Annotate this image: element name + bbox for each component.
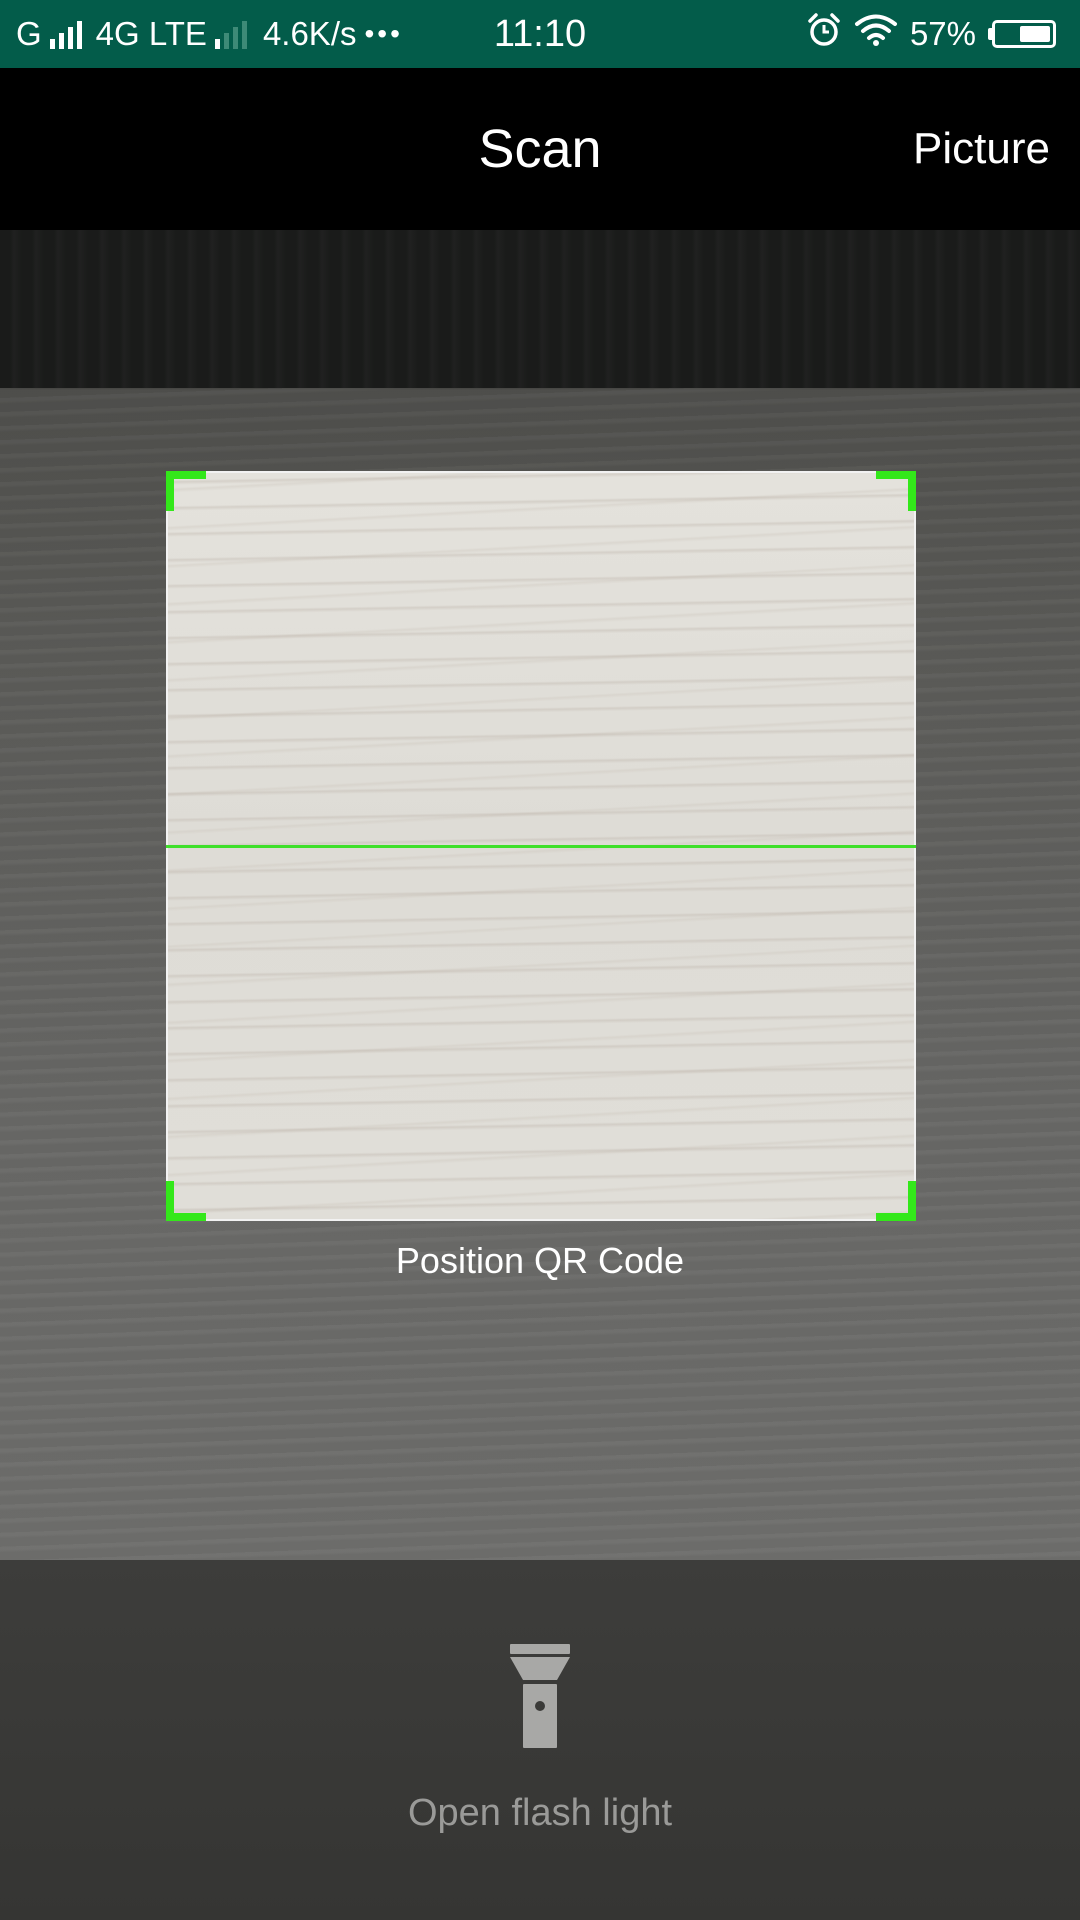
- scan-frame: [166, 471, 916, 1221]
- wifi-icon: [854, 13, 898, 55]
- app-bar: Scan Picture: [0, 68, 1080, 230]
- scan-hint: Position QR Code: [395, 1240, 685, 1281]
- status-left: G 4G LTE 4.6K/s •••: [16, 0, 403, 68]
- carrier-label: G: [16, 15, 42, 52]
- more-notifications-icon: •••: [364, 18, 403, 49]
- battery-percent: 57%: [909, 15, 976, 52]
- alarm-icon: [806, 12, 842, 56]
- frame-corner-bottom-left: [166, 1181, 206, 1221]
- camera-background-edge: [0, 230, 1080, 388]
- scan-line: [166, 845, 916, 848]
- flashlight-label: Open flash light: [407, 1792, 673, 1834]
- scan-screen: G 4G LTE 4.6K/s ••• 11:10 57% Scan Pictu…: [0, 0, 1080, 1920]
- frame-corner-top-left: [166, 471, 206, 511]
- frame-corner-bottom-right: [876, 1181, 916, 1221]
- flashlight-icon: [507, 1644, 573, 1748]
- battery-icon: [988, 20, 1056, 48]
- bottom-panel: Open flash light: [0, 1560, 1080, 1920]
- status-bar: G 4G LTE 4.6K/s ••• 11:10 57%: [0, 0, 1080, 68]
- battery-fill: [1020, 26, 1050, 42]
- signal-icon: [214, 19, 247, 49]
- status-right: 57%: [806, 0, 1056, 68]
- camera-preview: Position QR Code: [0, 230, 1080, 1560]
- network-speed: 4.6K/s: [262, 15, 357, 52]
- flashlight-button[interactable]: Open flash light: [0, 1560, 1080, 1920]
- signal-icon: [49, 19, 82, 49]
- status-time: 11:10: [493, 12, 587, 55]
- picture-button[interactable]: Picture: [913, 68, 1050, 230]
- network-label: 4G LTE: [95, 15, 207, 52]
- frame-corner-top-right: [876, 471, 916, 511]
